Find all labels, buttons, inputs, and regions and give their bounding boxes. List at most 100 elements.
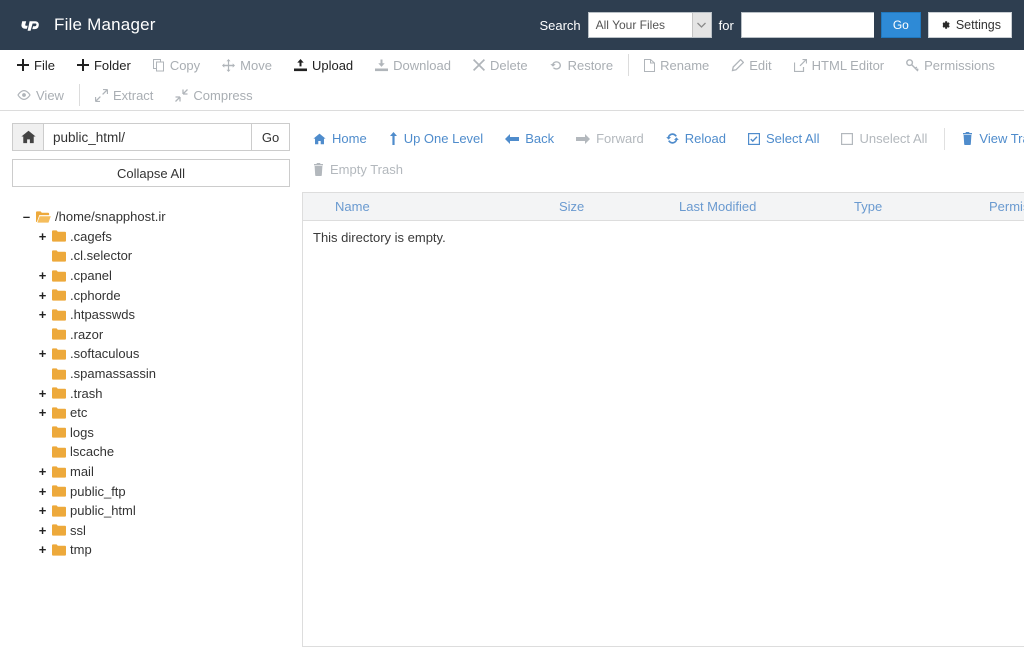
home-icon — [313, 133, 326, 145]
folder-icon — [52, 407, 66, 419]
up-arrow-icon — [389, 132, 398, 145]
app-header: File Manager Search All Your Files for G… — [0, 0, 1024, 50]
x-icon — [473, 59, 485, 71]
expand-icon[interactable]: + — [36, 289, 49, 302]
tree-item-label: .cagefs — [70, 228, 112, 244]
nav-back-button[interactable]: Back — [494, 131, 565, 146]
upload-label: Upload — [311, 57, 354, 73]
column-header-permissions[interactable]: Permissions — [983, 199, 1024, 214]
path-input[interactable]: public_html/ — [44, 123, 251, 151]
tree-item[interactable]: .spamassassin — [12, 364, 290, 384]
extract-button[interactable]: Extract — [84, 83, 164, 107]
html-editor-button[interactable]: HTML Editor — [783, 53, 895, 77]
search-go-button[interactable]: Go — [880, 12, 921, 38]
tree-item[interactable]: + .cpanel — [12, 266, 290, 286]
nav-up-one-level-button[interactable]: Up One Level — [378, 131, 495, 146]
expand-icon[interactable]: + — [36, 387, 49, 400]
column-header-size[interactable]: Size — [553, 199, 673, 214]
tree-item-label: .cl.selector — [70, 248, 133, 264]
tree-item[interactable]: + public_html — [12, 501, 290, 521]
restore-button[interactable]: Restore — [539, 53, 625, 77]
tree-item[interactable]: .razor — [12, 325, 290, 345]
html-editor-icon — [793, 58, 807, 72]
nav-reload-button[interactable]: Reload — [655, 131, 737, 146]
search-scope-select[interactable]: All Your Files — [587, 12, 712, 38]
rename-button[interactable]: Rename — [633, 53, 720, 77]
path-go-button[interactable]: Go — [251, 123, 290, 151]
upload-icon — [293, 58, 307, 72]
tree-item[interactable]: + mail — [12, 462, 290, 482]
column-header-type[interactable]: Type — [848, 199, 983, 214]
collapse-icon[interactable]: – — [20, 210, 33, 223]
file-nav-bar: Home Up One Level Back Forward Reload Se… — [302, 123, 1024, 185]
move-button[interactable]: Move — [211, 53, 283, 77]
edit-button[interactable]: Edit — [720, 53, 782, 77]
folder-icon — [52, 544, 66, 556]
tree-item[interactable]: + .cagefs — [12, 227, 290, 247]
tree-item-label: .cphorde — [70, 287, 121, 303]
restore-label: Restore — [567, 57, 614, 73]
tree-item[interactable]: + .trash — [12, 383, 290, 403]
tree-item-label: mail — [70, 464, 94, 480]
column-header-last-modified[interactable]: Last Modified — [673, 199, 848, 214]
expand-icon[interactable]: + — [36, 504, 49, 517]
toolbar-separator — [78, 84, 80, 106]
tree-item[interactable]: logs — [12, 423, 290, 443]
tree-item[interactable]: + public_ftp — [12, 481, 290, 501]
collapse-all-button[interactable]: Collapse All — [12, 159, 290, 187]
tree-item-label: .trash — [70, 385, 103, 401]
folder-icon — [52, 505, 66, 517]
tree-item[interactable]: + .cphorde — [12, 285, 290, 305]
expand-icon[interactable]: + — [36, 524, 49, 537]
column-header-name[interactable]: Name — [303, 199, 553, 214]
home-icon[interactable] — [12, 123, 44, 151]
tree-item[interactable]: .cl.selector — [12, 246, 290, 266]
tree-item[interactable]: + .htpasswds — [12, 305, 290, 325]
download-button[interactable]: Download — [364, 53, 462, 77]
tree-toggle-placeholder — [36, 367, 49, 380]
tree-item[interactable]: + .softaculous — [12, 344, 290, 364]
expand-icon[interactable]: + — [36, 543, 49, 556]
tree-toggle-placeholder — [36, 426, 49, 439]
expand-icon[interactable]: + — [36, 485, 49, 498]
expand-icon[interactable]: + — [36, 347, 49, 360]
expand-icon[interactable]: + — [36, 465, 49, 478]
new-folder-button[interactable]: Folder — [66, 53, 142, 77]
nav-forward-button[interactable]: Forward — [565, 131, 655, 146]
view-label: View — [36, 87, 64, 103]
folder-icon — [52, 250, 66, 262]
settings-button[interactable]: Settings — [927, 12, 1012, 38]
tree-item[interactable]: lscache — [12, 442, 290, 462]
new-file-button[interactable]: File — [6, 53, 66, 77]
tree-item[interactable]: + tmp — [12, 540, 290, 560]
expand-icon[interactable]: + — [36, 230, 49, 243]
permissions-button[interactable]: Permissions — [895, 53, 1006, 77]
nav-view-trash-button[interactable]: View Trash — [951, 131, 1024, 146]
tree-item-label: .razor — [70, 326, 104, 342]
move-icon — [222, 58, 236, 72]
tree-item[interactable]: – /home/snapphost.ir — [12, 207, 290, 227]
upload-button[interactable]: Upload — [283, 53, 364, 77]
search-scope-value: All Your Files — [595, 18, 666, 32]
expand-icon[interactable]: + — [36, 269, 49, 282]
tree-item[interactable]: + ssl — [12, 521, 290, 541]
delete-button[interactable]: Delete — [462, 53, 539, 77]
compress-button[interactable]: Compress — [164, 83, 263, 107]
new-file-label: File — [34, 57, 55, 73]
path-bar: public_html/ Go — [12, 123, 290, 151]
nav-forward-label: Forward — [596, 131, 644, 146]
tree-toggle-placeholder — [36, 328, 49, 341]
expand-icon[interactable]: + — [36, 406, 49, 419]
expand-icon[interactable]: + — [36, 308, 49, 321]
tree-item[interactable]: + etc — [12, 403, 290, 423]
delete-label: Delete — [490, 57, 528, 73]
search-input[interactable] — [740, 12, 874, 38]
nav-home-button[interactable]: Home — [302, 131, 378, 146]
pencil-icon — [731, 58, 745, 72]
folder-icon — [52, 367, 66, 380]
nav-unselect-all-button[interactable]: Unselect All — [830, 131, 938, 146]
nav-empty-trash-button[interactable]: Empty Trash — [302, 162, 414, 177]
copy-button[interactable]: Copy — [142, 53, 211, 77]
nav-select-all-button[interactable]: Select All — [737, 131, 830, 146]
view-button[interactable]: View — [6, 83, 75, 107]
